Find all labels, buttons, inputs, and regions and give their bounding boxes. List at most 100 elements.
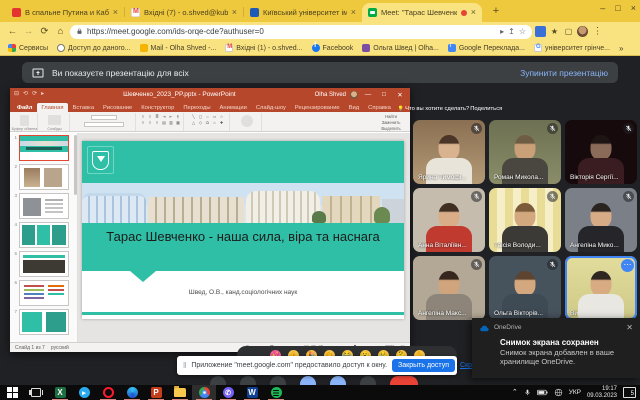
ppt-close-icon[interactable]: ✕ (394, 91, 406, 99)
tab-google-meet[interactable]: Meet: "Тарас Шевченко - н... × (362, 3, 482, 22)
participant-tile[interactable]: Ангеліна Мико... (565, 188, 637, 252)
slide-editing-area[interactable]: Тарас Шевченко - наша сила, віра та насн… (78, 133, 410, 342)
arrange-group[interactable] (232, 113, 262, 131)
forward-button[interactable]: → (22, 26, 35, 37)
drawing-group[interactable]: ╲◻○⇨☆△◇⬭⌂✚ (186, 113, 230, 131)
thumbnail-row[interactable]: 5 (12, 251, 76, 277)
thumbnail-row[interactable]: 2 (12, 164, 76, 190)
hidden-icons-chevron[interactable]: ⌃ (512, 385, 518, 400)
mic-button[interactable] (210, 376, 226, 385)
font-group[interactable] (72, 113, 136, 131)
media-control-icon[interactable]: ▸ (500, 27, 504, 36)
slide-thumbnail-panel[interactable]: 1 2 3 4 5 6 7 (10, 133, 78, 342)
taskbar-spotify-icon[interactable] (264, 385, 288, 400)
onedrive-notification[interactable]: OneDrive ✕ Снимок экрана сохранен Снимок… (472, 318, 640, 378)
bookmarks-overflow-icon[interactable]: » (619, 44, 623, 53)
drag-handle-icon[interactable]: ‖ (183, 361, 186, 370)
bookmark-olha-shved[interactable]: Ольга Швед | Olha... (362, 44, 439, 52)
ribbon-tab-insert[interactable]: Вставка (69, 103, 99, 112)
bookmark-access[interactable]: Доступ до даного... (57, 44, 131, 52)
end-call-button[interactable] (390, 376, 418, 385)
bookmark-facebook[interactable]: Facebook (312, 44, 354, 52)
tab-close-icon[interactable]: × (351, 8, 356, 17)
participant-tile[interactable]: Ярина Тимофі... (413, 120, 485, 184)
bookmark-university[interactable]: університет грінче... (534, 44, 610, 52)
taskbar-viber-icon[interactable] (216, 385, 240, 400)
thumbnail-row[interactable]: 6 (12, 280, 76, 306)
ribbon-tab-draw[interactable]: Рисование (99, 103, 136, 112)
thumbnail-row[interactable]: 7 (12, 309, 76, 335)
back-button[interactable]: ← (6, 26, 19, 37)
stop-access-button[interactable]: Закрыть доступ (392, 359, 455, 372)
redo-icon[interactable]: ⟳ (32, 88, 37, 101)
ppt-restore-icon[interactable]: □ (378, 91, 390, 98)
tile-options-icon[interactable] (621, 259, 634, 272)
ribbon-tab-slideshow[interactable]: Слайд-шоу (252, 103, 290, 112)
close-icon[interactable]: × (631, 2, 636, 14)
tab-close-icon[interactable]: × (232, 8, 237, 17)
save-icon[interactable]: ⊟ (14, 88, 19, 101)
tab-gmail-inbox[interactable]: Вхідні (7) - o.shved@kubg.edu.u × (125, 3, 243, 22)
ppt-minimize-icon[interactable]: — (362, 91, 374, 98)
start-button[interactable] (0, 385, 24, 400)
language-indicator[interactable]: русский (51, 345, 69, 351)
slide-thumbnail-1[interactable] (19, 135, 69, 161)
bookmark-star-icon[interactable]: ☆ (519, 27, 526, 36)
bookmark-services[interactable]: Сервисы (8, 44, 48, 52)
taskbar-excel-icon[interactable]: X (48, 385, 72, 400)
tray-mic-icon[interactable] (524, 388, 531, 397)
camera-button[interactable] (240, 376, 256, 385)
slide-thumbnail-5[interactable] (19, 251, 69, 277)
network-icon[interactable] (554, 388, 563, 397)
editing-group[interactable]: Найти Заменить Выделить (374, 113, 408, 131)
raise-hand-button[interactable] (300, 376, 316, 385)
slideshow-icon[interactable]: ▸ (41, 88, 44, 101)
taskbar-edge-icon[interactable] (120, 385, 144, 400)
clipboard-group[interactable]: Буфер обмена (12, 113, 38, 131)
captions-button[interactable] (270, 376, 286, 385)
ribbon-tab-review[interactable]: Рецензирование (291, 103, 344, 112)
home-button[interactable]: ⌂ (54, 26, 67, 37)
tell-me-box[interactable]: Что вы хотите сделать? (398, 106, 469, 112)
current-slide[interactable]: Тарас Шевченко - наша сила, віра та насн… (82, 141, 404, 319)
slide-title[interactable]: Тарас Шевченко - наша сила, віра та насн… (92, 229, 394, 245)
address-bar[interactable]: https://meet.google.com/ids-orqe-cde?aut… (70, 25, 532, 39)
paragraph-group[interactable]: ≡≡≣⇥⇤¶≡≡≡▤▥▦ (138, 113, 184, 131)
share-icon[interactable]: ↥ (508, 27, 515, 36)
participant-tile[interactable]: Ольга Вікторів... (489, 256, 561, 320)
slide-subtitle[interactable]: Швед, О.В., канд.соціологічних наук (82, 289, 404, 296)
slide-thumbnail-4[interactable] (19, 222, 69, 248)
slide-thumbnail-7[interactable] (19, 309, 69, 335)
ribbon-tab-view[interactable]: Вид (345, 103, 364, 112)
bookmark-translate[interactable]: Google Переклада... (448, 44, 525, 52)
battery-icon[interactable] (537, 389, 548, 396)
toast-close-icon[interactable]: ✕ (626, 323, 633, 332)
minimize-icon[interactable]: – (600, 2, 605, 14)
taskbar-chrome-icon[interactable] (192, 385, 216, 400)
reload-button[interactable]: ⟳ (38, 26, 51, 37)
new-tab-button[interactable]: + (488, 4, 504, 20)
ribbon-tab-design[interactable]: Конструктор (137, 103, 178, 112)
ribbon-tab-transitions[interactable]: Переходы (179, 103, 214, 112)
tab-close-icon[interactable]: × (471, 8, 476, 17)
bookmark-inbox[interactable]: Вхідні (1) - o.shved... (225, 44, 302, 52)
ribbon-tab-help[interactable]: Справка (364, 103, 395, 112)
ppt-share-button[interactable]: Поделиться (470, 106, 505, 112)
powerpoint-window[interactable]: ⊟ ⟲ ⟳ ▸ Шевченко_2023_PP.pptx - PowerPoi… (10, 88, 410, 352)
more-options-button[interactable] (360, 376, 376, 385)
taskbar-word-icon[interactable]: W (240, 385, 264, 400)
tab-close-icon[interactable]: × (113, 8, 118, 17)
self-view-tile[interactable]: Ви (565, 256, 637, 320)
thumbnail-row[interactable]: 3 (12, 193, 76, 219)
slide-thumbnail-3[interactable] (19, 193, 69, 219)
stop-presenting-button[interactable]: Зупинити презентацію (520, 68, 608, 78)
extension-star-icon[interactable]: ★ (549, 26, 560, 37)
slides-group[interactable]: Слайды (40, 113, 70, 131)
participant-tile[interactable]: Вікторія Сергії... (565, 120, 637, 184)
ribbon-tab-animations[interactable]: Анимации (216, 103, 251, 112)
thumbnail-scrollbar[interactable] (74, 135, 77, 195)
tab-news-article[interactable]: В спальне Путина и Кабаево... × (6, 3, 124, 22)
task-view-button[interactable] (24, 385, 48, 400)
extension-square-icon[interactable]: ▢ (563, 26, 574, 37)
maximize-icon[interactable]: □ (615, 2, 620, 14)
